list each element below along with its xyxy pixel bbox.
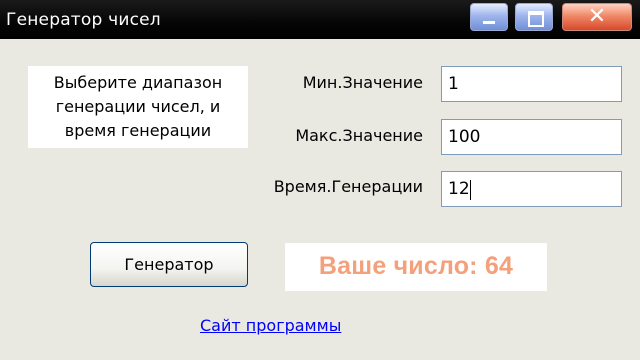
hint-panel: Выберите диапазон генерации чисел, и вре…	[28, 66, 248, 148]
max-value-input[interactable]	[441, 119, 622, 155]
generation-time-input[interactable]	[441, 171, 622, 207]
close-icon: ✕	[587, 4, 607, 29]
text-caret	[470, 180, 471, 200]
max-value-label: Макс.Значение	[295, 126, 423, 145]
generate-button[interactable]: Генератор	[90, 242, 248, 287]
minimize-icon	[483, 21, 495, 24]
title-bar: Генератор чисел ✕	[0, 0, 640, 39]
generation-time-label: Время.Генерации	[273, 177, 423, 196]
window-title: Генератор чисел	[6, 10, 161, 30]
min-value-input[interactable]	[441, 66, 622, 102]
minimize-button[interactable]	[470, 3, 508, 31]
hint-text: Выберите диапазон генерации чисел, и вре…	[53, 73, 223, 140]
close-button[interactable]: ✕	[562, 3, 632, 31]
program-site-link[interactable]: Сайт программы	[200, 316, 341, 335]
maximize-icon	[528, 11, 544, 27]
maximize-button[interactable]	[515, 3, 553, 31]
result-text: Ваше число: 64	[318, 252, 514, 280]
result-panel: Ваше число: 64	[285, 243, 547, 291]
min-value-label: Мин.Значение	[302, 73, 423, 92]
